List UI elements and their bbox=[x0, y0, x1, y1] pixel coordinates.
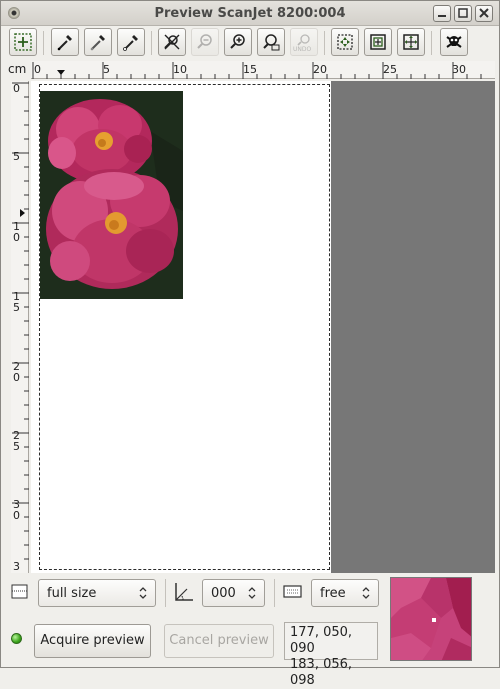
acquire-preview-button[interactable]: Acquire preview bbox=[34, 624, 151, 658]
h-tick-label: 25 bbox=[383, 63, 397, 76]
eyedropper-black-icon bbox=[57, 35, 72, 51]
autoselect-icon bbox=[337, 34, 353, 50]
select-all-icon bbox=[370, 34, 386, 50]
eyedropper-white-icon bbox=[123, 35, 138, 51]
maximize-button[interactable] bbox=[454, 5, 472, 22]
v-tick-label: 1 0 bbox=[13, 220, 20, 244]
zoom-out-icon bbox=[197, 34, 212, 49]
toolbar-separator bbox=[324, 31, 325, 55]
rotation-select[interactable]: 000 bbox=[202, 579, 265, 607]
v-tick-label: 0 bbox=[13, 82, 20, 95]
h-tick-label: 10 bbox=[173, 63, 187, 76]
delete-preview-button[interactable] bbox=[440, 28, 468, 56]
v-tick-label: 5 bbox=[13, 150, 20, 163]
pixel-zoom-view bbox=[390, 577, 472, 661]
undo-zoom-button[interactable]: UNDO bbox=[290, 28, 318, 56]
select-all-button[interactable] bbox=[364, 28, 392, 56]
select-area-icon bbox=[14, 33, 32, 51]
select-visible-icon bbox=[403, 34, 419, 50]
vertical-ruler: 0 5 1 0 1 5 2 0 2 5 3 0 3 bbox=[11, 81, 29, 573]
preview-size-value: full size bbox=[47, 586, 97, 601]
autoselect-button[interactable] bbox=[331, 28, 359, 56]
aspect-ratio-icon bbox=[283, 585, 302, 598]
toolbar-separator bbox=[431, 31, 432, 55]
zoom-out-button[interactable] bbox=[191, 28, 219, 56]
close-button[interactable] bbox=[475, 5, 493, 22]
preview-size-select[interactable]: full size bbox=[38, 579, 156, 607]
pick-white-button[interactable] bbox=[117, 28, 145, 56]
select-area-button[interactable] bbox=[9, 28, 37, 56]
aspect-ratio-value: free bbox=[320, 586, 346, 601]
undo-label: UNDO bbox=[293, 46, 312, 53]
rgb-readout: 177, 050, 090 183, 056, 098 bbox=[284, 622, 378, 688]
minimize-button[interactable] bbox=[433, 5, 451, 22]
pick-black-button[interactable] bbox=[51, 28, 79, 56]
selection-rectangle[interactable] bbox=[39, 84, 330, 570]
rgb-readout-line-1: 177, 050, 090 bbox=[290, 625, 353, 656]
skull-icon bbox=[446, 36, 462, 48]
preview-window: Preview ScanJet 8200:004 UNDO cm 0 5 10 … bbox=[0, 0, 500, 688]
v-tick-label: 3 bbox=[13, 560, 20, 573]
separator bbox=[274, 579, 275, 607]
h-tick-label: 30 bbox=[452, 63, 466, 76]
combo-arrows-icon bbox=[248, 587, 256, 599]
zoom-cancel-icon bbox=[164, 34, 180, 50]
ruler-unit: cm bbox=[8, 62, 27, 76]
horizontal-ruler-ticks bbox=[32, 62, 482, 79]
rotation-icon bbox=[175, 583, 193, 601]
preview-canvas[interactable] bbox=[31, 81, 495, 573]
zoom-selection-icon bbox=[263, 34, 280, 51]
pick-gray-button[interactable] bbox=[84, 28, 112, 56]
toolbar-separator bbox=[151, 31, 152, 55]
combo-arrows-icon bbox=[139, 587, 147, 599]
aspect-ratio-select[interactable]: free bbox=[311, 579, 379, 607]
h-tick-label: 5 bbox=[103, 63, 110, 76]
zoom-not-button[interactable] bbox=[158, 28, 186, 56]
eyedropper-gray-icon bbox=[90, 35, 105, 51]
separator bbox=[165, 579, 166, 607]
preview-size-icon bbox=[11, 584, 28, 599]
toolbar: UNDO bbox=[1, 27, 499, 59]
window-title: Preview ScanJet 8200:004 bbox=[154, 6, 346, 21]
toolbar-separator bbox=[43, 31, 44, 55]
rotation-value: 000 bbox=[211, 586, 236, 601]
combo-arrows-icon bbox=[362, 587, 370, 599]
v-tick-label: 2 0 bbox=[13, 360, 20, 384]
horizontal-ruler: 0 5 10 15 20 25 30 bbox=[31, 61, 495, 79]
zoom-in-button[interactable] bbox=[224, 28, 252, 56]
v-tick-label: 3 0 bbox=[13, 498, 20, 522]
title-bar[interactable]: Preview ScanJet 8200:004 bbox=[1, 1, 499, 26]
zoom-in-icon bbox=[230, 34, 245, 49]
h-tick-label: 20 bbox=[313, 63, 327, 76]
zoom-selection-button[interactable] bbox=[257, 28, 285, 56]
cancel-preview-button[interactable]: Cancel preview bbox=[164, 624, 274, 658]
select-visible-button[interactable] bbox=[397, 28, 425, 56]
status-led-icon bbox=[11, 633, 22, 644]
h-tick-label: 0 bbox=[34, 63, 41, 76]
h-tick-label: 15 bbox=[243, 63, 257, 76]
v-tick-label: 1 5 bbox=[13, 290, 20, 314]
v-tick-label: 2 5 bbox=[13, 429, 20, 453]
rgb-readout-line-2: 183, 056, 098 bbox=[290, 657, 353, 688]
